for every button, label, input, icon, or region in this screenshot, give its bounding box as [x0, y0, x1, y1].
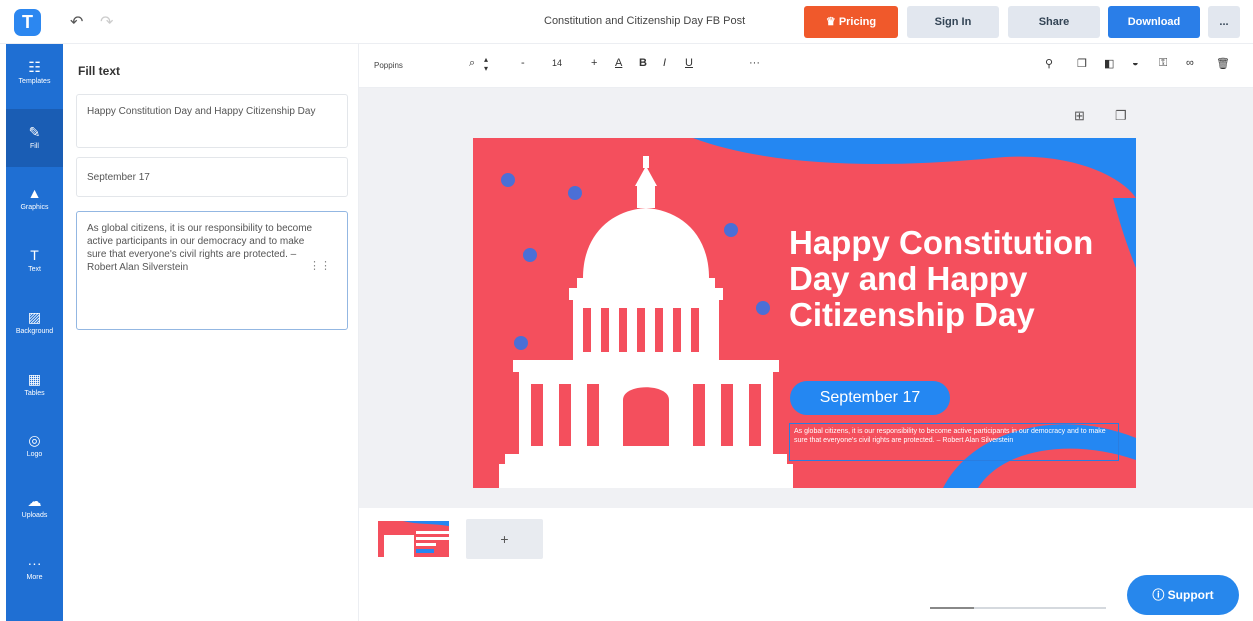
link-icon[interactable]: ∞: [1186, 57, 1194, 69]
poster-headline[interactable]: Happy Constitution Day and Happy Citizen…: [789, 225, 1119, 333]
cloud-upload-icon: ☁: [27, 493, 42, 509]
pen-icon: ✎: [28, 124, 41, 140]
increase-size-button[interactable]: +: [591, 57, 597, 69]
redo-icon[interactable]: ↷: [100, 12, 113, 32]
share-button[interactable]: Share: [1008, 6, 1100, 38]
sidebar-item-fill[interactable]: ✎ Fill: [6, 109, 63, 167]
font-search-icon[interactable]: ⌕: [469, 57, 475, 70]
sidebar-item-logo[interactable]: ◎ Logo: [6, 417, 63, 475]
top-bar: T ↶ ↷ Constitution and Citizenship Day F…: [0, 0, 1253, 44]
star-dot: [724, 223, 738, 237]
thumbnail-artwork: [384, 521, 449, 557]
decrease-size-button[interactable]: -: [521, 57, 525, 69]
add-page-icon[interactable]: ⊞: [1074, 108, 1085, 124]
fill-text-panel: Fill text Happy Constitution Day and Hap…: [63, 44, 359, 621]
background-icon: ▨: [27, 309, 42, 325]
shapes-icon: ▲: [27, 185, 42, 201]
drag-handle-icon[interactable]: ⋮⋮: [309, 260, 331, 273]
lock-icon[interactable]: ⚿: [1159, 57, 1167, 70]
panel-title: Fill text: [78, 64, 121, 78]
sidebar-item-uploads[interactable]: ☁ Uploads: [6, 478, 63, 536]
text-color-icon[interactable]: A: [615, 57, 622, 69]
underline-icon[interactable]: U: [685, 57, 693, 69]
sidebar-item-more[interactable]: ··· More: [6, 540, 63, 598]
star-dot: [756, 301, 770, 315]
sidebar-item-tables[interactable]: ▦ Tables: [6, 356, 63, 414]
poster-canvas[interactable]: Happy Constitution Day and Happy Citizen…: [473, 138, 1136, 488]
pricing-label: Pricing: [838, 16, 877, 28]
zoom-slider-fill: [930, 607, 974, 609]
document-title[interactable]: Constitution and Citizenship Day FB Post: [544, 15, 745, 27]
date-text-field[interactable]: September 17: [76, 157, 348, 197]
support-button[interactable]: ⓘ Support: [1127, 575, 1239, 615]
page-thumbnail[interactable]: [376, 519, 451, 559]
support-label: Support: [1167, 588, 1214, 602]
layer-icon[interactable]: ◧: [1104, 57, 1114, 70]
table-icon: ▦: [27, 371, 42, 387]
bold-icon[interactable]: B: [639, 57, 647, 69]
font-scroll-icon[interactable]: ▴ ▾: [484, 55, 488, 73]
sidebar-item-background[interactable]: ▨ Background: [6, 294, 63, 352]
app-window: T ↶ ↷ Constitution and Citizenship Day F…: [0, 0, 1253, 621]
add-page-button[interactable]: +: [466, 519, 543, 559]
undo-icon[interactable]: ↶: [70, 12, 83, 32]
format-toolbar: Poppins ⌕ ▴ ▾ - 14 + A B I U ··· ⚲ ❐ ◧ ◒ …: [359, 44, 1253, 88]
duplicate-page-icon[interactable]: ❐: [1115, 108, 1127, 124]
star-dot: [514, 336, 528, 350]
help-icon: ⓘ: [1152, 588, 1168, 602]
sidebar-item-templates[interactable]: ☷ Templates: [6, 44, 63, 102]
more-icon: ···: [27, 555, 42, 571]
text-icon: T: [30, 247, 39, 263]
more-options-button[interactable]: ...: [1208, 6, 1240, 38]
more-format-options[interactable]: ···: [749, 57, 760, 69]
download-button[interactable]: Download: [1108, 6, 1200, 38]
delete-icon[interactable]: 🗑: [1216, 57, 1230, 70]
poster-date-badge[interactable]: September 17: [790, 381, 950, 415]
crown-icon: ♛: [825, 16, 839, 28]
star-dot: [501, 173, 515, 187]
paint-format-icon[interactable]: ⚲: [1045, 57, 1053, 70]
sign-in-button[interactable]: Sign In: [907, 6, 999, 38]
logo-icon: ◎: [28, 432, 41, 448]
headline-text-field[interactable]: Happy Constitution Day and Happy Citizen…: [76, 94, 348, 148]
star-dot: [568, 186, 582, 200]
star-dot: [523, 248, 537, 262]
quote-text: As global citizens, it is our responsibi…: [87, 223, 313, 273]
font-size-input[interactable]: 14: [552, 58, 562, 68]
italic-icon[interactable]: I: [663, 57, 666, 69]
zoom-slider[interactable]: [930, 607, 1106, 609]
quote-text-field[interactable]: As global citizens, it is our responsibi…: [76, 211, 348, 330]
pricing-button[interactable]: ♛ Pricing: [804, 6, 898, 38]
sidebar-item-graphics[interactable]: ▲ Graphics: [6, 170, 63, 228]
templates-icon: ☷: [28, 59, 41, 75]
font-family-select[interactable]: Poppins: [371, 55, 451, 77]
app-logo[interactable]: T: [14, 9, 41, 36]
sidebar-item-text[interactable]: T Text: [6, 232, 63, 290]
poster-quote-text[interactable]: As global citizens, it is our responsibi…: [789, 423, 1119, 461]
left-sidebar: ☷ Templates ✎ Fill ▲ Graphics T Text ▨ B…: [6, 44, 63, 621]
opacity-icon[interactable]: ◒: [1132, 57, 1139, 69]
copy-style-icon[interactable]: ❐: [1077, 57, 1087, 70]
